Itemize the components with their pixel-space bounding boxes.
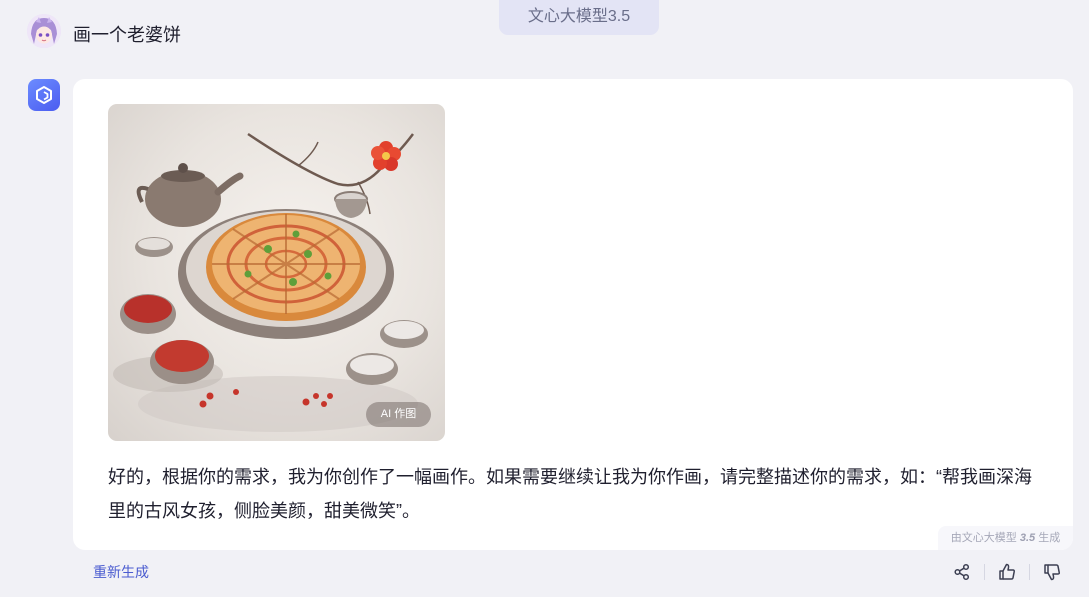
- chat-page: 文心大模型3.5 画一个老婆饼 AI 作图 好的，根据你的需求，我为你创作了一幅…: [0, 0, 1089, 597]
- regenerate-button[interactable]: 重新生成: [93, 562, 149, 582]
- user-message: 画一个老婆饼: [73, 25, 181, 45]
- ernie-bot-logo-icon: [28, 79, 60, 111]
- answer-card: AI 作图 好的，根据你的需求，我为你创作了一幅画作。如果需要继续让我为你作画，…: [73, 79, 1073, 550]
- model-watermark: 由文心大模型 3.5 生成: [938, 526, 1073, 550]
- thumbs-up-icon[interactable]: [993, 558, 1021, 586]
- action-divider: [1029, 564, 1030, 580]
- watermark-version: 3.5: [1019, 532, 1036, 544]
- watermark-prefix: 由文心大模型: [950, 532, 1017, 544]
- watermark-suffix: 生成: [1038, 532, 1061, 544]
- model-selector[interactable]: 文心大模型3.5: [499, 0, 659, 35]
- answer-text: 好的，根据你的需求，我为你创作了一幅画作。如果需要继续让我为你作画，请完整描述你…: [108, 467, 1032, 521]
- generated-image[interactable]: AI 作图: [108, 104, 445, 441]
- share-icon[interactable]: [948, 558, 976, 586]
- user-avatar: [27, 14, 61, 48]
- action-divider: [984, 564, 985, 580]
- ai-image-badge: AI 作图: [366, 402, 431, 427]
- answer-actions: [948, 558, 1066, 586]
- thumbs-down-icon[interactable]: [1038, 558, 1066, 586]
